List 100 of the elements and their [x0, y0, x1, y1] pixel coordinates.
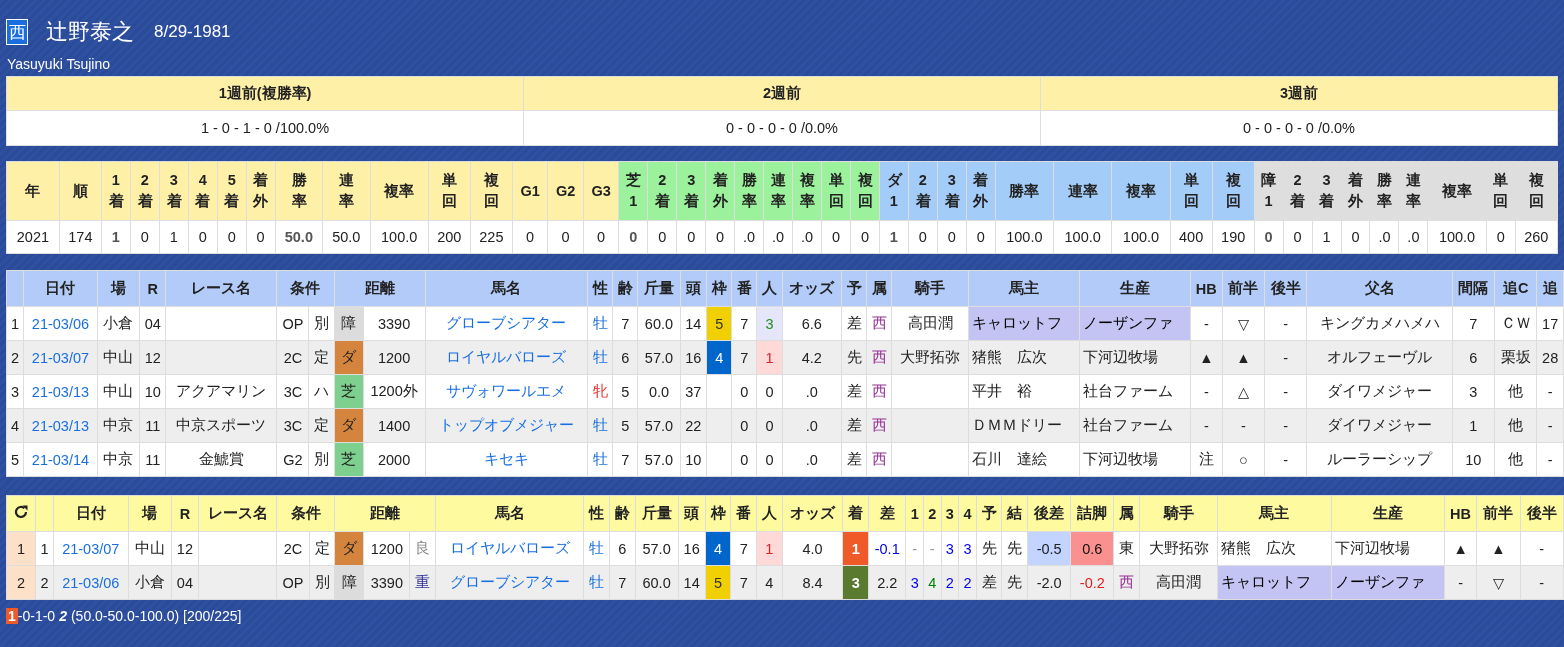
table-cell: 中山: [97, 340, 140, 375]
table-cell: 0: [512, 220, 548, 254]
table-cell: ダイワメジャー: [1306, 408, 1453, 443]
table-cell: 4.2: [782, 340, 842, 375]
table-cell: 400: [1170, 220, 1213, 254]
rates-text: (50.0-50.0-100.0) [200/225]: [70, 608, 242, 624]
table-cell: 3C: [276, 374, 309, 409]
column-header: 着外: [966, 161, 996, 221]
table-cell: -: [1264, 442, 1307, 477]
table-cell: 7: [1452, 306, 1495, 341]
column-header: 連率: [322, 161, 370, 221]
column-header: 追C: [1494, 270, 1537, 307]
column-header: 場: [97, 270, 140, 307]
table-cell: 16: [678, 531, 706, 566]
table-cell: 牝: [587, 374, 613, 409]
jockey-romaji: Yasuyuki Tsujino: [7, 56, 111, 72]
table-cell: キャロットフ: [1217, 565, 1332, 600]
column-header: 後半: [1264, 270, 1307, 307]
column-header: 間隔: [1452, 270, 1495, 307]
table-cell: -0.5: [1027, 531, 1071, 566]
table-cell: 下河辺牧場: [1331, 531, 1445, 566]
table-cell: 0: [1254, 220, 1284, 254]
record-text: -0-1-0: [17, 608, 56, 624]
column-header: 性: [583, 495, 610, 532]
column-header: 複率: [370, 161, 429, 221]
column-header: 単回: [821, 161, 851, 221]
table-cell: -: [1264, 374, 1307, 409]
column-header: 結: [1001, 495, 1028, 532]
table-cell: 0: [908, 220, 938, 254]
table-cell: 04: [139, 306, 166, 341]
horse-link[interactable]: キセキ: [483, 451, 529, 467]
column-header: 詰脚: [1070, 495, 1114, 532]
table-cell: 1: [1312, 220, 1342, 254]
table-cell: 3: [1452, 374, 1495, 409]
column-header: 後半: [1520, 495, 1564, 532]
column-header: 勝率: [1370, 161, 1399, 221]
table-cell: -0.2: [1070, 565, 1114, 600]
table-cell: 0: [130, 220, 160, 254]
table-cell: 57.0: [635, 531, 679, 566]
table-cell: 他: [1494, 442, 1537, 477]
column-header: 連率: [1053, 161, 1112, 221]
table-cell: 0: [1341, 220, 1370, 254]
table-cell: 0: [1486, 220, 1516, 254]
table-cell: 0: [705, 220, 735, 254]
column-header: 2着: [647, 161, 677, 221]
table-cell: 60.0: [637, 306, 681, 341]
column-header: 枠: [706, 270, 732, 307]
table-cell: 別: [308, 306, 335, 341]
table-cell: 2021: [6, 220, 60, 254]
table-cell: 小倉: [97, 306, 140, 341]
table-cell: 中京: [97, 442, 140, 477]
table-cell: -: [1222, 408, 1265, 443]
table-cell: 6: [609, 531, 635, 566]
table-cell: 1: [6, 531, 36, 566]
column-header: 条件: [276, 270, 335, 307]
table-cell: 1200: [363, 340, 426, 375]
table-cell: 4.0: [782, 531, 843, 566]
table-cell: -: [923, 531, 942, 566]
table-cell: ノーザンファ: [1331, 565, 1445, 600]
column-header: G1: [512, 161, 548, 221]
table-cell: 3390: [363, 565, 410, 600]
table-cell: 7: [730, 531, 757, 566]
table-cell: ▽: [1476, 565, 1521, 600]
table-cell: 別: [308, 442, 335, 477]
column-header: R: [139, 270, 166, 307]
table-cell: 0: [966, 220, 996, 254]
region-badge: 西: [6, 19, 28, 45]
column-header: 齢: [612, 270, 638, 307]
table-cell: .0: [792, 220, 822, 254]
column-header: 斤量: [637, 270, 681, 307]
table-cell: 大野拓弥: [1139, 531, 1218, 566]
column-header: 障1: [1254, 161, 1284, 221]
column-header: G3: [583, 161, 619, 221]
table-cell: 1: [101, 220, 131, 254]
column-header: 複回: [1212, 161, 1255, 221]
table-cell: 平井 裕: [968, 374, 1080, 409]
table-cell: 差: [841, 306, 867, 341]
column-header: オッズ: [782, 270, 842, 307]
birth-date: 8/29-1981: [154, 22, 231, 42]
table-cell: ▲: [1476, 531, 1521, 566]
column-header: 複率: [792, 161, 822, 221]
column-header: 3着: [937, 161, 967, 221]
table-cell: 5: [6, 442, 24, 477]
column-header: 生産: [1079, 270, 1191, 307]
column-header: 日付: [53, 495, 129, 532]
table-cell: 260: [1515, 220, 1558, 254]
column-header: 追: [1536, 270, 1564, 307]
table-cell: 2: [6, 340, 24, 375]
table-cell: ▲: [1444, 531, 1477, 566]
column-header: 3着: [676, 161, 706, 221]
table-cell: 225: [470, 220, 513, 254]
column-header: 4着: [188, 161, 218, 221]
table-cell: 100.0: [1111, 220, 1171, 254]
table-cell: 100.0: [370, 220, 429, 254]
column-header: 複率: [1427, 161, 1487, 221]
column-header: 前半: [1476, 495, 1521, 532]
table-cell: 190: [1212, 220, 1255, 254]
table-cell: 猪熊 広次: [1217, 531, 1332, 566]
table-cell: 6.6: [782, 306, 842, 341]
reload-icon[interactable]: [12, 503, 31, 521]
